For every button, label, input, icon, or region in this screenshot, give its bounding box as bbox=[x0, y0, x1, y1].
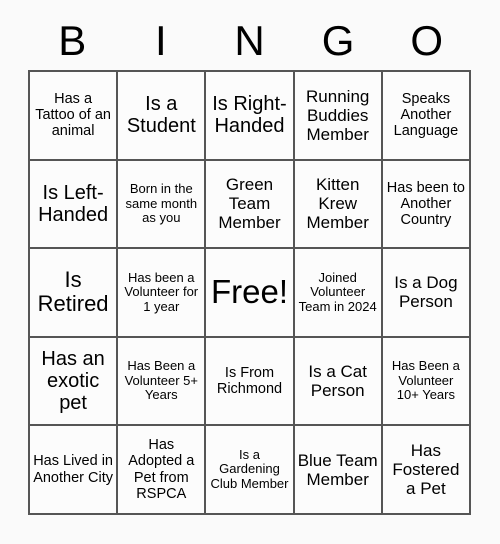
bingo-cell-r4-c3[interactable]: Is From Richmond bbox=[206, 337, 295, 427]
bingo-card: B I N G O Has a Tattoo of an animal Is a … bbox=[0, 0, 500, 544]
bingo-cell-label: Has Adopted a Pet from RSPCA bbox=[128, 437, 195, 502]
bingo-cell-label: Has been to Another Country bbox=[386, 179, 465, 228]
bingo-cell-r5-c2[interactable]: Has Adopted a Pet from RSPCA bbox=[118, 426, 207, 515]
bingo-cell-r1-c5[interactable]: Speaks Another Language bbox=[382, 72, 471, 161]
bingo-cell-r2-c5[interactable]: Has been to Another Country bbox=[382, 160, 471, 250]
bingo-cell-r1-c3[interactable]: Is Right-Handed bbox=[206, 72, 295, 161]
header-letter-g: G bbox=[321, 17, 355, 64]
bingo-cell-label: Is a Gardening Club Member bbox=[210, 446, 289, 491]
bingo-cell-label: Has Been a Volunteer 5+ Years bbox=[124, 358, 198, 403]
bingo-cell-r5-c1[interactable]: Has Lived in Another City bbox=[30, 426, 119, 515]
bingo-cell-label: Speaks Another Language bbox=[393, 90, 459, 140]
bingo-grid: Has a Tattoo of an animal Is a Student Is … bbox=[28, 70, 471, 515]
bingo-cell-label: Running Buddies Member bbox=[306, 86, 370, 144]
bingo-cell-r3-c5[interactable]: Is a Dog Person bbox=[382, 249, 471, 338]
bingo-cell-label: Has Fostered a Pet bbox=[392, 441, 460, 499]
bingo-cell-r1-c2[interactable]: Is a Student bbox=[118, 72, 207, 161]
header-letter-i: I bbox=[155, 17, 167, 64]
bingo-cell-label: Is a Cat Person bbox=[308, 362, 367, 401]
bingo-cell-r4-c5[interactable]: Has Been a Volunteer 10+ Years bbox=[382, 337, 471, 427]
bingo-cell-label: Is From Richmond bbox=[216, 364, 283, 398]
bingo-cell-r5-c4[interactable]: Blue Team Member bbox=[294, 426, 383, 515]
bingo-cell-label: Is Right-Handed bbox=[212, 92, 287, 138]
bingo-cell-label: Has Lived in Another City bbox=[33, 453, 113, 486]
bingo-cell-r4-c4[interactable]: Is a Cat Person bbox=[294, 337, 383, 427]
bingo-cell-r2-c2[interactable]: Born in the same month as you bbox=[118, 160, 207, 250]
bingo-cell-label: Joined Volunteer Team in 2024 bbox=[298, 269, 377, 314]
bingo-cell-label: Born in the same month as you bbox=[125, 181, 198, 226]
bingo-cell-label: Is a Dog Person bbox=[394, 273, 458, 312]
bingo-cell-r4-c2[interactable]: Has Been a Volunteer 5+ Years bbox=[118, 337, 207, 427]
bingo-cell-label: Blue Team Member bbox=[297, 450, 378, 489]
header-letter-b: B bbox=[58, 17, 87, 64]
bingo-cell-r3-c1[interactable]: Is Retired bbox=[30, 249, 119, 338]
bingo-cell-label: Kitten Krew Member bbox=[306, 175, 369, 233]
bingo-cell-label: Has been a Volunteer for 1 year bbox=[124, 269, 199, 314]
header-letter-o: O bbox=[410, 17, 443, 64]
bingo-cell-label: Is a Student bbox=[126, 92, 196, 138]
bingo-cell-label: Is Left-Handed bbox=[38, 181, 109, 226]
bingo-cell-label: Is Retired bbox=[37, 266, 109, 317]
bingo-cell-free[interactable]: Free! bbox=[206, 249, 295, 338]
bingo-cell-label: Has an exotic pet bbox=[41, 347, 105, 415]
header-letter-n: N bbox=[234, 17, 265, 64]
bingo-cell-label: Green Team Member bbox=[218, 175, 281, 233]
bingo-cell-r1-c4[interactable]: Running Buddies Member bbox=[294, 72, 383, 161]
bingo-cell-r5-c5[interactable]: Has Fostered a Pet bbox=[382, 426, 471, 515]
bingo-cell-label: Has a Tattoo of an animal bbox=[35, 90, 111, 140]
bingo-cell-r4-c1[interactable]: Has an exotic pet bbox=[30, 337, 119, 427]
bingo-cell-r3-c4[interactable]: Joined Volunteer Team in 2024 bbox=[294, 249, 383, 338]
bingo-cell-r2-c1[interactable]: Is Left-Handed bbox=[30, 160, 119, 250]
bingo-cell-label: Has Been a Volunteer 10+ Years bbox=[391, 358, 460, 403]
bingo-cell-r1-c1[interactable]: Has a Tattoo of an animal bbox=[30, 72, 119, 161]
bingo-cell-r2-c4[interactable]: Kitten Krew Member bbox=[294, 160, 383, 250]
bingo-cell-r5-c3[interactable]: Is a Gardening Club Member bbox=[206, 426, 295, 515]
bingo-cell-r3-c2[interactable]: Has been a Volunteer for 1 year bbox=[118, 249, 207, 338]
bingo-cell-r2-c3[interactable]: Green Team Member bbox=[206, 160, 295, 250]
bingo-header: B I N G O bbox=[28, 12, 471, 70]
bingo-cell-label: Free! bbox=[210, 273, 288, 311]
